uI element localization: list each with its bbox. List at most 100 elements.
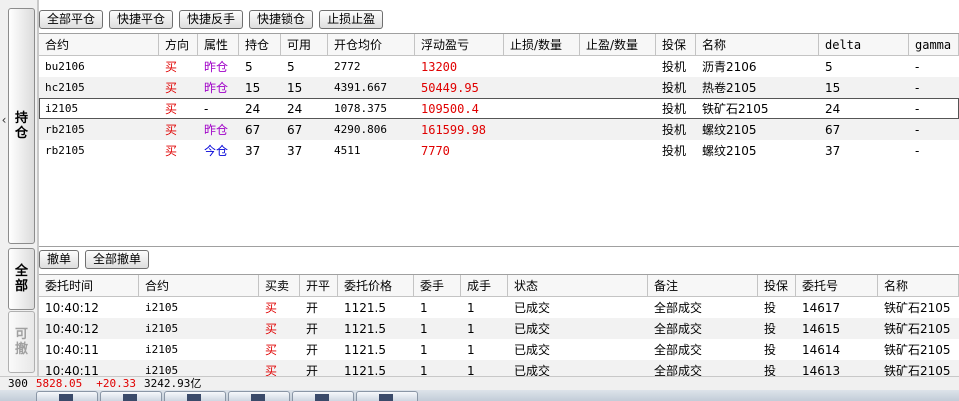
col-hold[interactable]: 持仓 — [239, 34, 281, 55]
order-note: 全部成交 — [654, 343, 703, 357]
position-hedge: 投机 — [662, 81, 687, 95]
order-time: 10:40:11 — [45, 342, 99, 357]
quick-close-button[interactable]: 快捷平仓 — [109, 9, 174, 29]
collapse-arrow-icon[interactable]: ‹ — [0, 110, 8, 130]
position-row[interactable]: bu2106 买 昨仓 5 5 2772 13200 投机 沥青2106 5 - — [39, 56, 959, 77]
col-direction[interactable]: 方向 — [159, 34, 198, 55]
order-filled: 1 — [467, 321, 475, 336]
position-row[interactable]: hc2105 买 昨仓 15 15 4391.667 50449.95 投机 热… — [39, 77, 959, 98]
col-order-number[interactable]: 委托号 — [796, 275, 878, 296]
taskbar-window-button[interactable] — [164, 391, 226, 401]
order-name: 铁矿石2105 — [884, 364, 951, 377]
cancel-all-orders-button[interactable]: 全部撤单 — [85, 249, 150, 269]
position-available: 37 — [287, 143, 303, 158]
col-order-hedge[interactable]: 投保 — [758, 275, 796, 296]
col-delta[interactable]: delta — [819, 34, 909, 55]
order-row[interactable]: 10:40:11 i2105 买 开 1121.5 1 1 已成交 全部成交 投… — [39, 360, 959, 377]
position-contract: hc2105 — [45, 81, 85, 94]
turnover-value: 3242.93亿 — [143, 376, 202, 390]
position-take-profit[interactable] — [580, 77, 656, 98]
position-gamma: - — [915, 143, 920, 158]
order-status: 已成交 — [514, 301, 551, 315]
position-direction: 买 — [165, 123, 178, 137]
col-order-contract[interactable]: 合约 — [139, 275, 259, 296]
order-status: 已成交 — [514, 343, 551, 357]
position-available: 24 — [287, 101, 303, 116]
tab-all-orders[interactable]: 全部 — [8, 248, 35, 310]
positions-toolbar: 全部平仓 快捷平仓 快捷反手 快捷锁仓 止损止盈 — [39, 7, 384, 31]
col-note[interactable]: 备注 — [648, 275, 758, 296]
col-take-profit[interactable]: 止盈/数量 — [580, 34, 656, 55]
col-status[interactable]: 状态 — [508, 275, 648, 296]
col-avg-price[interactable]: 开仓均价 — [328, 34, 415, 55]
position-take-profit[interactable] — [580, 119, 656, 140]
col-filled-qty[interactable]: 成手 — [461, 275, 508, 296]
quick-lock-button[interactable]: 快捷锁仓 — [249, 9, 314, 29]
col-available[interactable]: 可用 — [281, 34, 328, 55]
order-number: 14614 — [802, 342, 841, 357]
col-contract[interactable]: 合约 — [39, 34, 159, 55]
position-avg-price: 1078.375 — [334, 102, 387, 115]
positions-header-row: 合约 方向 属性 持仓 可用 开仓均价 浮动盈亏 止损/数量 止盈/数量 投保 … — [39, 34, 959, 56]
col-stop-loss[interactable]: 止损/数量 — [504, 34, 580, 55]
order-hedge: 投 — [764, 322, 777, 336]
position-stop-loss[interactable] — [504, 119, 580, 140]
position-stop-loss[interactable] — [504, 56, 580, 77]
cancel-order-button[interactable]: 撤单 — [39, 249, 80, 269]
order-price: 1121.5 — [344, 363, 386, 378]
taskbar-window-button[interactable] — [228, 391, 290, 401]
position-pnl: 7770 — [421, 143, 450, 158]
position-stop-loss[interactable] — [504, 77, 580, 98]
position-pnl: 109500.4 — [421, 101, 479, 116]
orders-header-row: 委托时间 合约 买卖 开平 委托价格 委手 成手 状态 备注 投保 委托号 名称 — [39, 275, 959, 297]
position-stop-loss[interactable] — [504, 98, 580, 119]
position-available: 15 — [287, 80, 303, 95]
position-hedge: 投机 — [662, 102, 687, 116]
quick-reverse-button[interactable]: 快捷反手 — [179, 9, 244, 29]
order-row[interactable]: 10:40:12 i2105 买 开 1121.5 1 1 已成交 全部成交 投… — [39, 318, 959, 339]
position-row[interactable]: rb2105 买 今仓 37 37 4511 7770 投机 螺纹2105 37… — [39, 140, 959, 161]
position-take-profit[interactable] — [580, 56, 656, 77]
position-gamma: - — [915, 80, 920, 95]
order-side: 买 — [265, 343, 278, 357]
position-avg-price: 4391.667 — [334, 81, 387, 94]
close-all-button[interactable]: 全部平仓 — [39, 9, 104, 29]
position-row[interactable]: rb2105 买 昨仓 67 67 4290.806 161599.98 投机 … — [39, 119, 959, 140]
position-stop-loss[interactable] — [504, 140, 580, 161]
col-attribute[interactable]: 属性 — [198, 34, 239, 55]
positions-table: 合约 方向 属性 持仓 可用 开仓均价 浮动盈亏 止损/数量 止盈/数量 投保 … — [39, 33, 959, 247]
order-time: 10:40:12 — [45, 321, 99, 336]
taskbar-window-button[interactable] — [292, 391, 354, 401]
taskbar-window-button[interactable] — [36, 391, 98, 401]
order-number: 14617 — [802, 300, 841, 315]
order-side: 买 — [265, 364, 278, 377]
position-take-profit[interactable] — [580, 140, 656, 161]
col-gamma[interactable]: gamma — [909, 34, 959, 55]
order-name: 铁矿石2105 — [884, 322, 951, 336]
stop-loss-profit-button[interactable]: 止损止盈 — [319, 9, 384, 29]
position-hold: 15 — [245, 80, 261, 95]
col-order-time[interactable]: 委托时间 — [39, 275, 139, 296]
taskbar-window-button[interactable] — [100, 391, 162, 401]
col-hedge[interactable]: 投保 — [656, 34, 696, 55]
order-row[interactable]: 10:40:11 i2105 买 开 1121.5 1 1 已成交 全部成交 投… — [39, 339, 959, 360]
position-contract: bu2106 — [45, 60, 85, 73]
col-name[interactable]: 名称 — [696, 34, 819, 55]
order-row[interactable]: 10:40:12 i2105 买 开 1121.5 1 1 已成交 全部成交 投… — [39, 297, 959, 318]
position-row-selected[interactable]: i2105 买 - 24 24 1078.375 109500.4 投机 铁矿石… — [39, 98, 959, 119]
col-order-name[interactable]: 名称 — [878, 275, 959, 296]
tab-positions[interactable]: 持仓 — [8, 8, 35, 244]
position-take-profit[interactable] — [580, 98, 656, 119]
position-avg-price: 4290.806 — [334, 123, 387, 136]
taskbar-window-button[interactable] — [356, 391, 418, 401]
col-floating-pnl[interactable]: 浮动盈亏 — [415, 34, 504, 55]
tab-cancelable-orders[interactable]: 可撤 — [8, 311, 35, 373]
col-side[interactable]: 买卖 — [259, 275, 300, 296]
order-name: 铁矿石2105 — [884, 343, 951, 357]
order-note: 全部成交 — [654, 364, 703, 377]
col-order-qty[interactable]: 委手 — [414, 275, 461, 296]
col-open-close[interactable]: 开平 — [300, 275, 338, 296]
position-attribute: 昨仓 — [204, 60, 229, 74]
position-hold: 5 — [245, 59, 253, 74]
col-order-price[interactable]: 委托价格 — [338, 275, 414, 296]
